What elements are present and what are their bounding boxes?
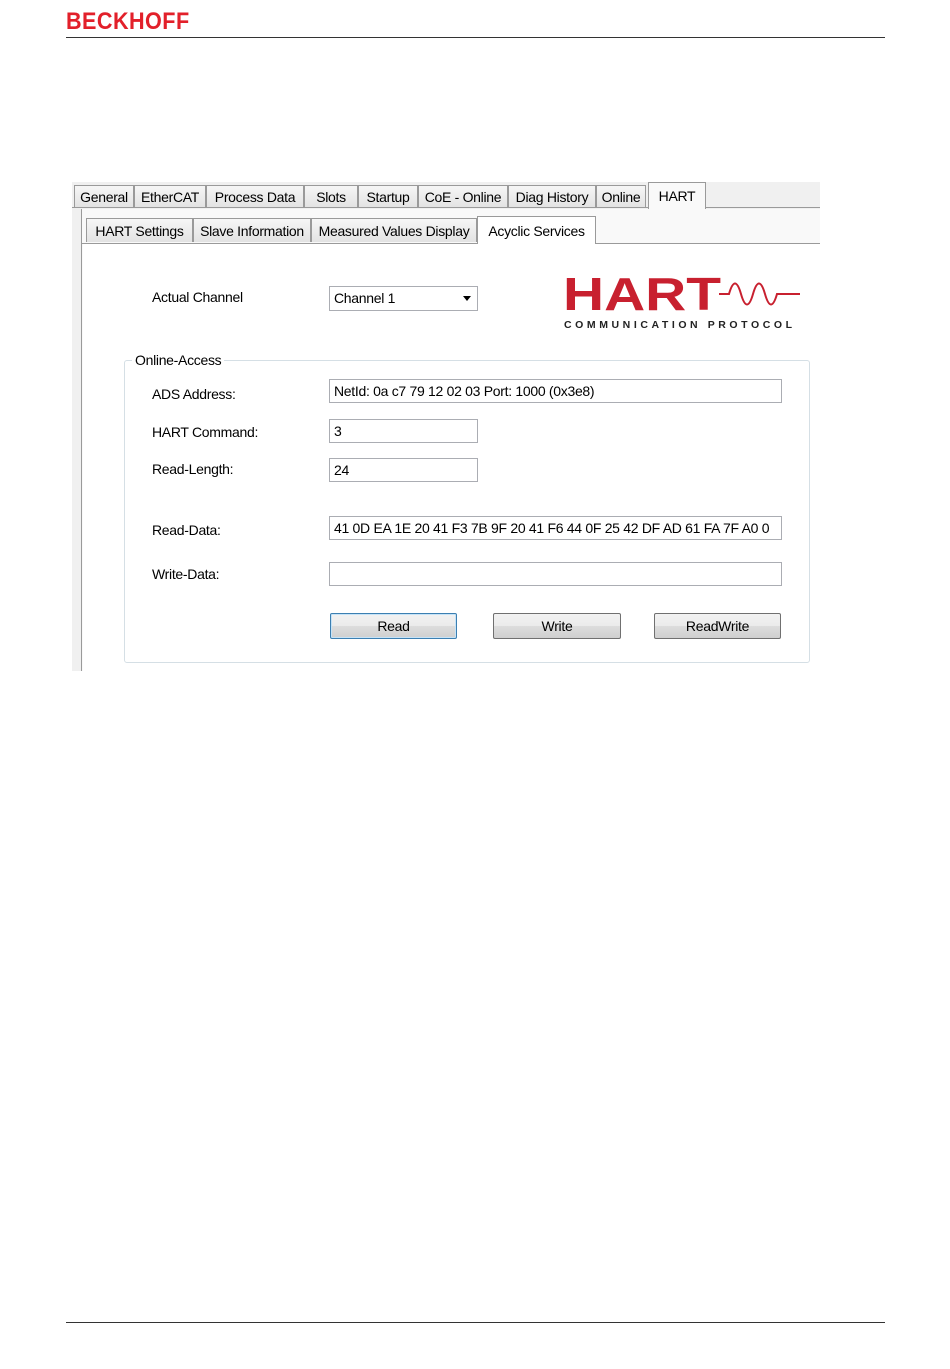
online-access-title: Online-Access [132, 352, 225, 368]
read-length-input[interactable]: 24 [329, 458, 478, 482]
write-button[interactable]: Write [493, 613, 621, 639]
write-data-label: Write-Data: [152, 566, 220, 582]
footer-divider [66, 1322, 885, 1323]
hart-logo-word: HART [563, 272, 721, 320]
header-divider [66, 37, 885, 38]
tab-coe-online[interactable]: CoE - Online [418, 185, 508, 207]
channel-select[interactable]: Channel 1 [329, 286, 478, 311]
tab-slots[interactable]: Slots [304, 185, 358, 207]
tab-online[interactable]: Online [596, 185, 646, 207]
hart-communication-protocol-logo: HART COMMUNICATION PROTOCOL [563, 272, 800, 331]
tab-hart[interactable]: HART [648, 182, 706, 209]
tab-acyclic-services[interactable]: Acyclic Services [477, 216, 596, 244]
hart-logo-tagline: COMMUNICATION PROTOCOL [564, 319, 793, 331]
tab-general[interactable]: General [74, 185, 134, 207]
read-data-field[interactable]: 41 0D EA 1E 20 41 F3 7B 9F 20 41 F6 44 0… [329, 516, 782, 540]
read-data-label: Read-Data: [152, 522, 221, 538]
actual-channel-label: Actual Channel [152, 289, 243, 305]
channel-select-value: Channel 1 [334, 290, 396, 306]
tab-startup[interactable]: Startup [358, 185, 418, 207]
tab-diag-history[interactable]: Diag History [508, 185, 596, 207]
tab-slave-information[interactable]: Slave Information [193, 218, 311, 242]
tab-hart-settings[interactable]: HART Settings [86, 218, 193, 242]
beckhoff-logo: BECKHOFF [66, 8, 190, 35]
ads-address-field[interactable]: NetId: 0a c7 79 12 02 03 Port: 1000 (0x3… [329, 379, 782, 403]
main-tab-strip-line [72, 207, 820, 208]
tab-ethercat[interactable]: EtherCAT [134, 185, 206, 207]
readwrite-button[interactable]: ReadWrite [654, 613, 781, 639]
ads-address-label: ADS Address: [152, 386, 236, 402]
read-length-label: Read-Length: [152, 461, 234, 477]
hart-command-input[interactable]: 3 [329, 419, 478, 443]
write-data-input[interactable] [329, 562, 782, 586]
sine-wave-icon [719, 282, 800, 306]
read-button[interactable]: Read [330, 613, 457, 639]
tab-process-data[interactable]: Process Data [206, 185, 304, 207]
hart-command-label: HART Command: [152, 424, 259, 440]
chevron-down-icon[interactable] [463, 296, 471, 301]
tab-measured-values-display[interactable]: Measured Values Display [311, 218, 477, 242]
